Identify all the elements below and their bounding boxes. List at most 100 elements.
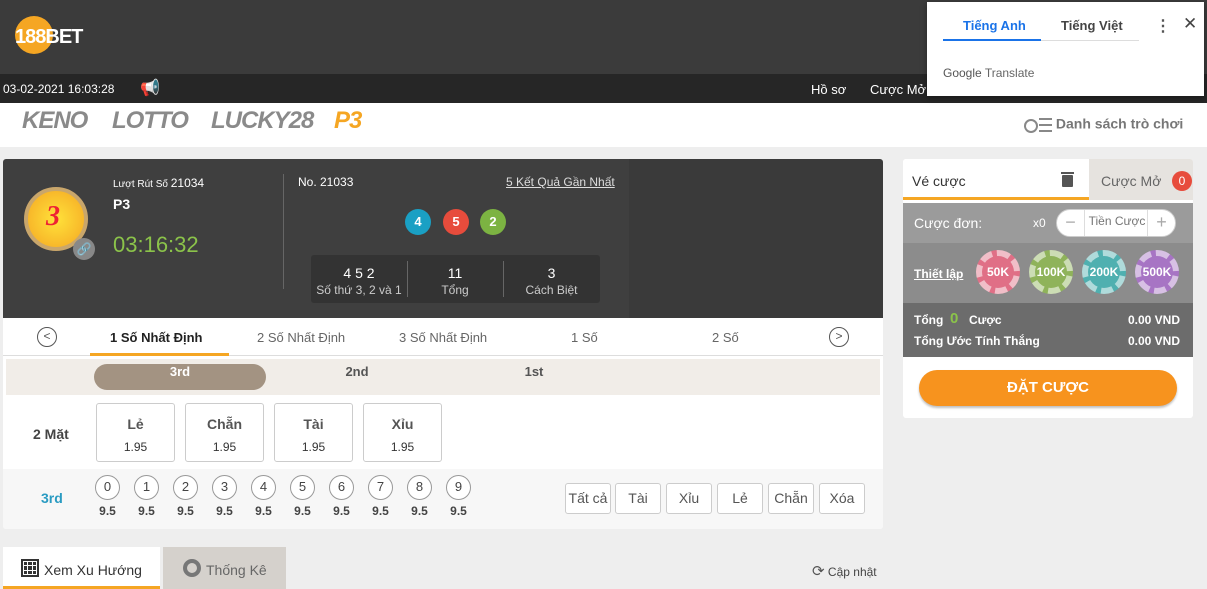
- total-bet-label: Cược: [969, 313, 1002, 327]
- game-name: P3: [113, 196, 131, 212]
- minus-icon[interactable]: −: [1057, 210, 1085, 236]
- game-list-link[interactable]: Danh sách trò chơi: [1024, 115, 1183, 135]
- tab-statistics[interactable]: Thống Kê: [163, 547, 286, 589]
- game-tab-lucky28[interactable]: LUCKY28: [211, 107, 314, 135]
- place-bet-button[interactable]: ĐẶT CƯỢC: [919, 370, 1177, 406]
- trash-icon[interactable]: [1061, 171, 1074, 187]
- previous-draw-number: No. 21033: [298, 175, 354, 189]
- position-tab-1st[interactable]: 1st: [448, 364, 620, 390]
- divider: [1041, 40, 1139, 41]
- tab-2-digits[interactable]: 2 Số: [712, 330, 739, 345]
- profile-link[interactable]: Hồ sơ: [811, 82, 846, 97]
- option-small[interactable]: Xỉu 1.95: [363, 403, 442, 462]
- draw-header: 3 🔗 Lượt Rút Số 21034 P3 03:16:32 No. 21…: [3, 159, 629, 318]
- select-odd-button[interactable]: Lẻ: [717, 483, 763, 514]
- game-tab-lotto[interactable]: LOTTO: [112, 107, 189, 135]
- option-even[interactable]: Chẵn 1.95: [185, 403, 264, 462]
- refresh-button[interactable]: ⟳ Cập nhật: [812, 562, 877, 580]
- game-list-icon: [1024, 115, 1052, 135]
- digit-2-button[interactable]: 2: [173, 475, 198, 500]
- game-list-label: Danh sách trò chơi: [1055, 115, 1184, 132]
- option-odd[interactable]: Lẻ 1.95: [96, 403, 175, 462]
- chevron-left-icon[interactable]: <: [37, 327, 57, 347]
- digit-row-label: 3rd: [41, 490, 63, 506]
- digit-odds: 9.5: [372, 504, 389, 518]
- digit-4-button[interactable]: 4: [251, 475, 276, 500]
- tab-bet-slip[interactable]: Vé cược: [903, 159, 1089, 200]
- game-panel: 3 🔗 Lượt Rút Số 21034 P3 03:16:32 No. 21…: [3, 159, 883, 529]
- digit-5-button[interactable]: 5: [290, 475, 315, 500]
- select-even-button[interactable]: Chẵn: [768, 483, 814, 514]
- site-logo[interactable]: 188BET: [15, 14, 83, 58]
- recent-results-link[interactable]: 5 Kết Quả Gần Nhất: [506, 175, 615, 189]
- bet-type-tabs: < 1 Số Nhất Định 2 Số Nhất Định 3 Số Nhấ…: [3, 318, 883, 356]
- result-ball: 2: [480, 209, 506, 235]
- divider: [283, 174, 284, 289]
- digit-3-button[interactable]: 3: [212, 475, 237, 500]
- position-tab-2nd[interactable]: 2nd: [271, 364, 443, 390]
- trends-label: Xem Xu Hướng: [44, 562, 142, 578]
- result-summary: 4 5 2 Số thứ 3, 2 và 1 11 Tổng 3 Cách Biệt: [311, 255, 600, 303]
- chevron-right-icon[interactable]: >: [829, 327, 849, 347]
- tab-trends[interactable]: Xem Xu Hướng: [3, 547, 160, 589]
- chip-100k[interactable]: 100K: [1029, 250, 1073, 294]
- tab-3-fixed-digits[interactable]: 3 Số Nhất Định: [399, 330, 487, 345]
- digit-0-button[interactable]: 0: [95, 475, 120, 500]
- chip-50k[interactable]: 50K: [976, 250, 1020, 294]
- tab-open-bets[interactable]: Cược Mở 0: [1089, 159, 1193, 200]
- close-icon[interactable]: ✕: [1183, 14, 1197, 34]
- p3-logo-text: 3: [46, 201, 60, 232]
- result-digits: 4 5 2 Số thứ 3, 2 và 1: [316, 265, 402, 297]
- open-bets-link[interactable]: Cược Mở: [870, 82, 926, 97]
- option-big[interactable]: Tài 1.95: [274, 403, 353, 462]
- chip-500k[interactable]: 500K: [1135, 250, 1179, 294]
- clear-button[interactable]: Xóa: [819, 483, 865, 514]
- chip-200k[interactable]: 200K: [1082, 250, 1126, 294]
- plus-icon[interactable]: +: [1147, 210, 1175, 236]
- google-translate-popup: Tiếng Anh Tiếng Việt ⋮ ✕ Google Translat…: [927, 2, 1204, 96]
- game-tab-keno[interactable]: KENO: [22, 107, 88, 135]
- more-options-icon[interactable]: ⋮: [1155, 16, 1171, 36]
- single-bet-row: Cược đơn: x0 − +: [903, 203, 1193, 243]
- draw-header-blank: [629, 159, 883, 318]
- draw-number: 21034: [170, 176, 205, 190]
- digit-odds: 9.5: [177, 504, 194, 518]
- result-sum: 11 Tổng: [441, 265, 469, 297]
- digit-6-button[interactable]: 6: [329, 475, 354, 500]
- total-count: 0: [950, 310, 959, 327]
- tab-1-fixed-digit[interactable]: 1 Số Nhất Định: [110, 330, 202, 345]
- estimated-win-amount: 0.00 VND: [1127, 334, 1180, 348]
- grid-icon: [21, 559, 39, 577]
- select-all-button[interactable]: Tất cả: [565, 483, 611, 514]
- tab-1-digit[interactable]: 1 Số: [571, 330, 598, 345]
- countdown-timer: 03:16:32: [113, 232, 199, 257]
- pie-chart-icon: [183, 559, 201, 577]
- select-small-button[interactable]: Xỉu: [666, 483, 712, 514]
- digit-1-button[interactable]: 1: [134, 475, 159, 500]
- game-tab-p3[interactable]: P3: [334, 107, 362, 135]
- digit-7-button[interactable]: 7: [368, 475, 393, 500]
- translate-lang-english[interactable]: Tiếng Anh: [963, 18, 1026, 33]
- digit-8-button[interactable]: 8: [407, 475, 432, 500]
- statistics-label: Thống Kê: [206, 562, 267, 578]
- chip-row: Thiết lập 50K 100K 200K 500K: [903, 243, 1193, 303]
- digit-odds: 9.5: [99, 504, 116, 518]
- bottom-tabs: Xem Xu Hướng Thống Kê ⟳ Cập nhật: [0, 547, 1207, 589]
- translate-lang-vietnamese[interactable]: Tiếng Việt: [1061, 18, 1123, 33]
- result-ball: 4: [405, 209, 431, 235]
- digit-odds: 9.5: [255, 504, 272, 518]
- refresh-icon: ⟳: [812, 563, 825, 580]
- digit-9-button[interactable]: 9: [446, 475, 471, 500]
- datetime: 03-02-2021 16:03:28: [3, 82, 115, 96]
- active-lang-underline: [943, 39, 1041, 41]
- select-big-button[interactable]: Tài: [615, 483, 661, 514]
- position-tab-3rd[interactable]: 3rd: [94, 364, 266, 390]
- megaphone-icon[interactable]: 📢: [140, 78, 160, 98]
- digit-row: 3rd 0 9.5 1 9.5 2 9.5 3 9.5 4 9.5 5 9.5 6 9.5 7 9.5 8 9.5…: [3, 469, 883, 529]
- stake-input[interactable]: [1087, 214, 1147, 228]
- link-icon[interactable]: 🔗: [73, 238, 95, 260]
- total-amount: 0.00 VND: [1127, 313, 1180, 327]
- settings-link[interactable]: Thiết lập: [914, 267, 963, 281]
- tab-2-fixed-digits[interactable]: 2 Số Nhất Định: [257, 330, 345, 345]
- refresh-label: Cập nhật: [827, 565, 877, 579]
